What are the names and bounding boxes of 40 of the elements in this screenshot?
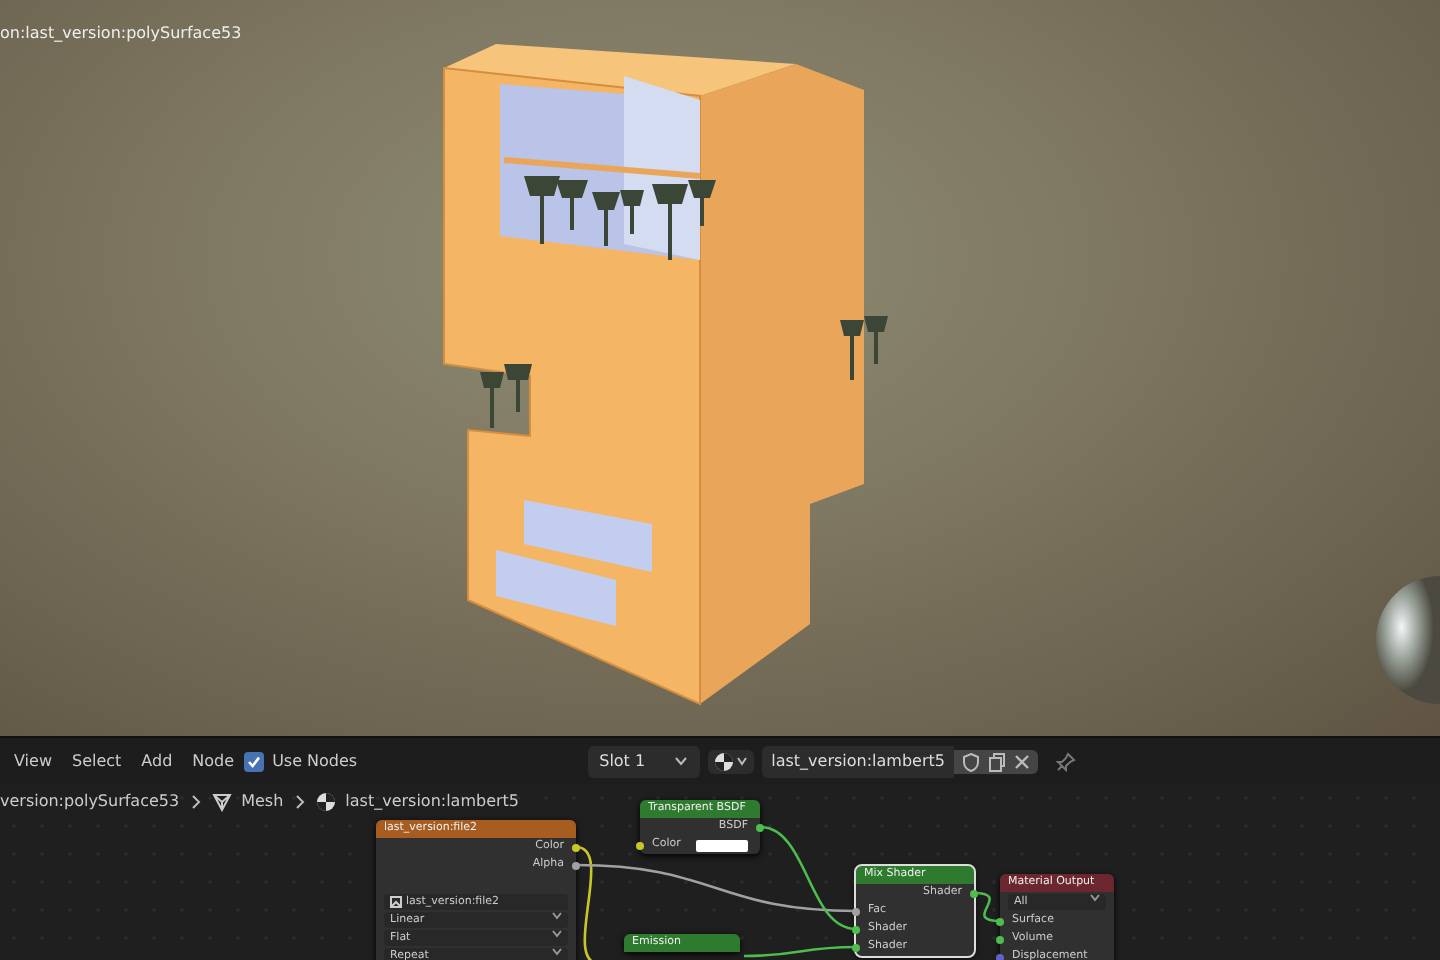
breadcrumb-item[interactable]: last_version:lambert5: [345, 790, 520, 814]
object-label: on:last_version:polySurface53: [0, 22, 242, 46]
socket-icon[interactable]: [996, 935, 1004, 943]
socket-icon[interactable]: [852, 925, 860, 933]
close-icon: [1014, 753, 1031, 769]
reflective-sphere-drawing: [1376, 576, 1440, 704]
menu-item[interactable]: Node: [182, 749, 245, 773]
mesh-icon: [211, 792, 232, 812]
image-icon: [390, 896, 402, 908]
color-swatch[interactable]: [696, 839, 748, 851]
shield-icon: [962, 751, 981, 771]
socket-icon[interactable]: [636, 841, 644, 849]
checkbox-label[interactable]: Use Nodes: [272, 749, 358, 773]
socket-icon[interactable]: [572, 843, 580, 851]
socket-icon[interactable]: [756, 823, 764, 831]
menu-item[interactable]: Add: [131, 749, 183, 773]
material-browse-button[interactable]: [707, 749, 754, 773]
chevron-icon: [189, 794, 202, 810]
node-link: [973, 891, 1001, 923]
sphere-icon: [713, 751, 734, 771]
pin-icon: [1056, 751, 1077, 771]
checkbox[interactable]: [244, 751, 265, 771]
socket-icon[interactable]: [970, 889, 978, 897]
socket-icon[interactable]: [852, 943, 860, 951]
menu-item[interactable]: View: [4, 749, 62, 773]
caret-icon: [1090, 894, 1100, 902]
breadcrumb-item[interactable]: Mesh: [241, 790, 284, 814]
node-link: [744, 945, 856, 958]
socket-icon[interactable]: [996, 917, 1004, 925]
menu-item[interactable]: Select: [61, 749, 132, 773]
socket-icon[interactable]: [852, 907, 860, 915]
sphere-icon: [315, 792, 336, 812]
caret-icon: [735, 756, 748, 766]
chevron-icon: [293, 794, 306, 810]
caret-icon: [673, 756, 688, 766]
material-name-field[interactable]: last_version:lambert5: [761, 745, 955, 777]
socket-icon[interactable]: [572, 861, 580, 869]
breadcrumb-item[interactable]: version:polySurface53: [0, 790, 180, 814]
duplicate-icon: [988, 751, 1007, 771]
slot-dropdown[interactable]: Slot 1: [587, 745, 700, 777]
